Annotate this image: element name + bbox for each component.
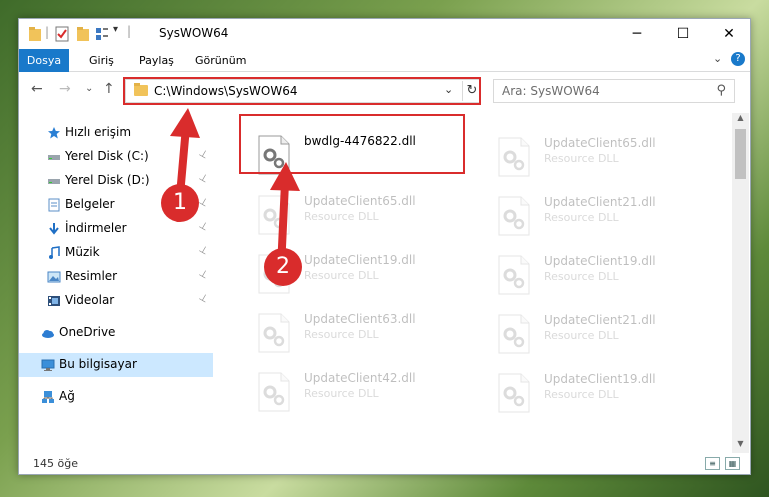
annotation-arrows xyxy=(170,108,300,272)
step-2-badge: 2 xyxy=(264,248,302,286)
step-1-badge: 1 xyxy=(161,184,199,222)
